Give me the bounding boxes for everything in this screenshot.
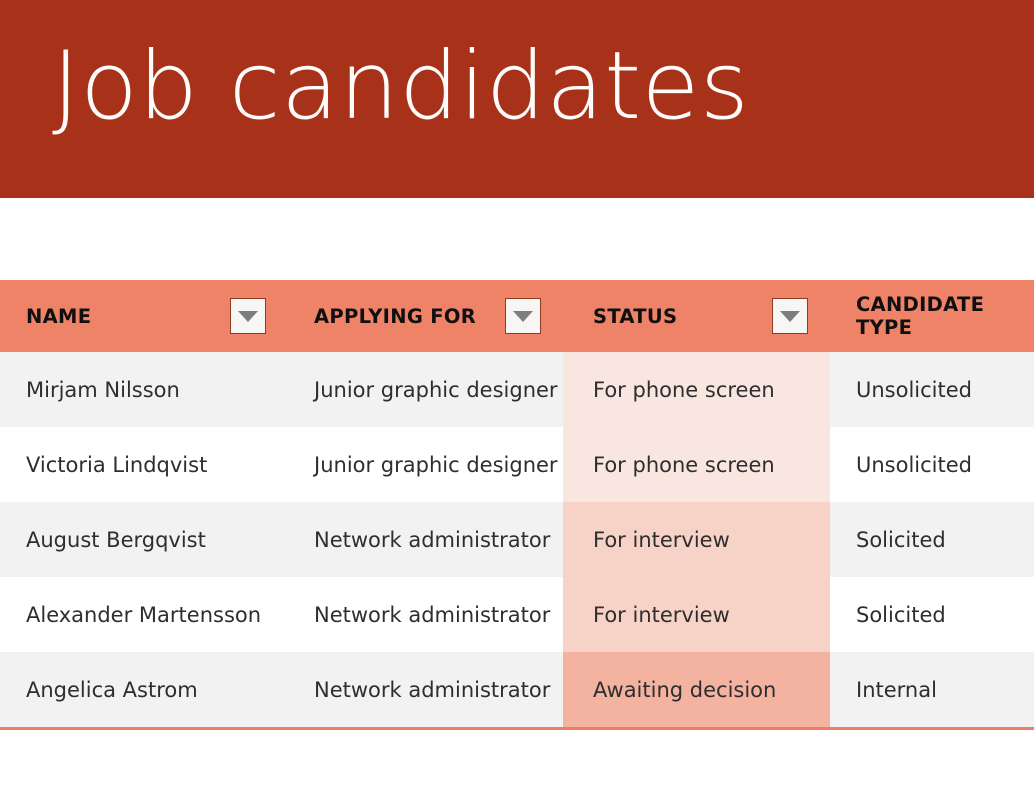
cell-candidate-type: Solicited: [856, 602, 946, 627]
cell-status: For interview: [563, 502, 830, 577]
cell-name: Mirjam Nilsson: [26, 377, 180, 402]
table-header-row: NAME APPLYING FOR STATUS CANDIDATE TYPE: [0, 280, 1034, 352]
cell-candidate-type: Unsolicited: [856, 452, 973, 477]
column-header-candidate-type-label: CANDIDATE TYPE: [856, 293, 985, 339]
slide-canvas: Job candidates NAME APPLYING FOR STATUS: [0, 0, 1034, 800]
page-title: Job candidates: [52, 32, 750, 141]
column-header-name-label: NAME: [26, 304, 92, 328]
table-row: Angelica Astrom Network administrator Awai…: [0, 652, 1034, 727]
table-row: Alexander Martensson Network administrato…: [0, 577, 1034, 652]
cell-applying-for: Network administrator: [314, 677, 551, 702]
column-header-name[interactable]: NAME: [0, 280, 288, 352]
filter-button-name[interactable]: [230, 298, 266, 334]
table-row: August Bergqvist Network administrator For…: [0, 502, 1034, 577]
table-row: Mirjam Nilsson Junior graphic designer For…: [0, 352, 1034, 427]
filter-button-applying-for[interactable]: [505, 298, 541, 334]
column-header-candidate-type[interactable]: CANDIDATE TYPE: [830, 280, 1034, 352]
cell-status: Awaiting decision: [563, 652, 830, 727]
filter-button-status[interactable]: [772, 298, 808, 334]
table-bottom-rule: [0, 727, 1034, 730]
cell-name: August Bergqvist: [26, 527, 206, 552]
cell-status: For interview: [563, 577, 830, 652]
column-header-applying-for-label: APPLYING FOR: [314, 304, 477, 328]
cell-name: Alexander Martensson: [26, 602, 262, 627]
cell-candidate-type: Solicited: [856, 527, 946, 552]
candidates-table: NAME APPLYING FOR STATUS CANDIDATE TYPE: [0, 280, 1034, 730]
column-header-status[interactable]: STATUS: [563, 280, 830, 352]
table-row: Victoria Lindqvist Junior graphic designe…: [0, 427, 1034, 502]
cell-name: Angelica Astrom: [26, 677, 198, 702]
chevron-down-icon: [238, 310, 258, 322]
title-banner: Job candidates: [0, 0, 1034, 198]
cell-candidate-type: Unsolicited: [856, 377, 973, 402]
cell-status: For phone screen: [563, 427, 830, 502]
chevron-down-icon: [780, 310, 800, 322]
column-header-applying-for[interactable]: APPLYING FOR: [288, 280, 563, 352]
cell-applying-for: Junior graphic designer: [314, 377, 558, 402]
cell-applying-for: Junior graphic designer: [314, 452, 558, 477]
cell-status: For phone screen: [563, 352, 830, 427]
cell-applying-for: Network administrator: [314, 527, 551, 552]
cell-name: Victoria Lindqvist: [26, 452, 208, 477]
table-body: Mirjam Nilsson Junior graphic designer For…: [0, 352, 1034, 727]
column-header-status-label: STATUS: [593, 304, 678, 328]
cell-candidate-type: Internal: [856, 677, 937, 702]
cell-applying-for: Network administrator: [314, 602, 551, 627]
chevron-down-icon: [513, 310, 533, 322]
